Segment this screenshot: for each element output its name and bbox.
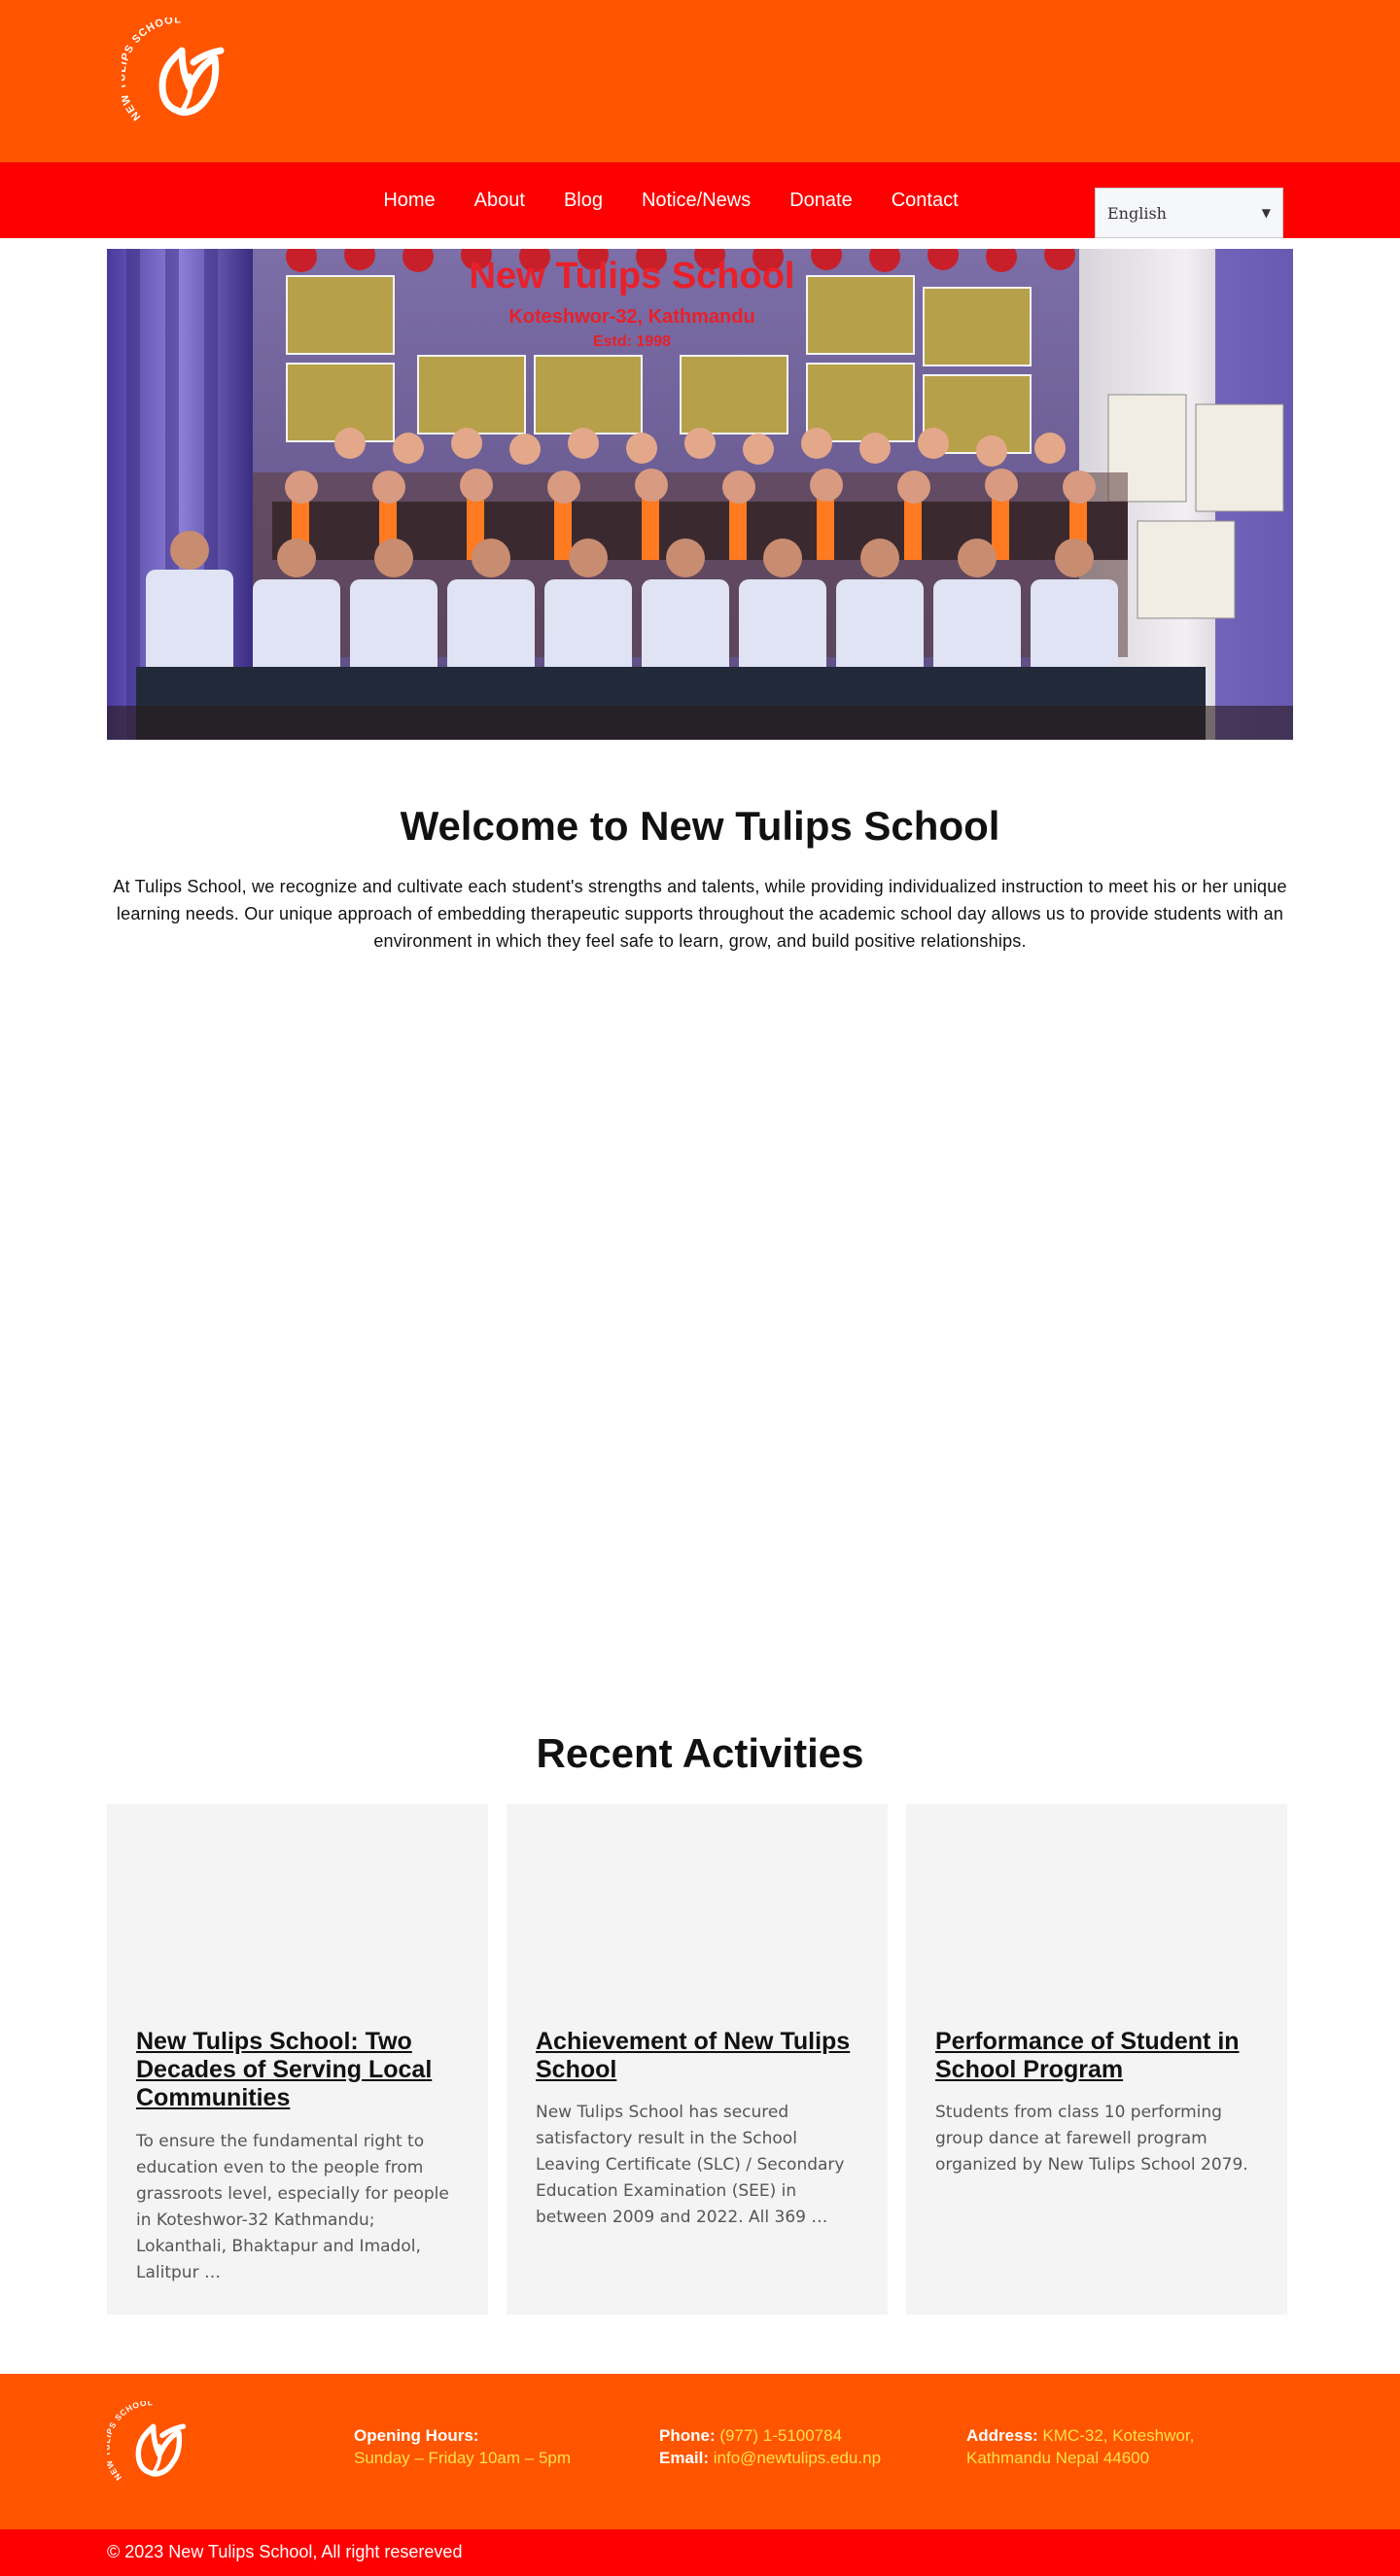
school-logo[interactable]: NEW TULIPS SCHOOL	[116, 14, 248, 144]
nav-about[interactable]: About	[455, 162, 544, 238]
welcome-title: Welcome to New Tulips School	[400, 803, 1000, 849]
footer-address-line-1: KMC-32, Koteshwor,	[1042, 2426, 1195, 2445]
hero-banner-subtitle: Koteshwor-32, Kathmandu	[508, 306, 754, 328]
footer-logo[interactable]: NEW TULIPS SCHOOL	[102, 2397, 204, 2498]
activity-card: Achievement of New Tulips School New Tul…	[507, 1804, 888, 2315]
hero-group-photo: New Tulips School Koteshwor-32, Kathmand…	[107, 249, 1293, 740]
activity-card-excerpt: To ensure the fundamental right to educa…	[136, 2132, 449, 2282]
footer-email-value[interactable]: info@newtulips.edu.np	[714, 2449, 881, 2467]
footer-hours-value: Sunday – Friday 10am – 5pm	[354, 2449, 572, 2467]
welcome-text: At Tulips School, we recognize and culti…	[113, 877, 1287, 951]
nav-blog[interactable]: Blog	[544, 162, 622, 238]
language-select[interactable]: English ▼	[1095, 188, 1283, 238]
activity-card: Performance of Student in School Program…	[906, 1804, 1287, 2315]
nav-home[interactable]: Home	[364, 162, 454, 238]
hero-banner-estd: Estd: 1998	[593, 333, 671, 350]
copyright-bar: © 2023 New Tulips School, All right rese…	[0, 2529, 1400, 2576]
main-nav: Home About Blog Notice/News Donate Conta…	[0, 162, 1400, 238]
activity-card-title[interactable]: Achievement of New Tulips School	[536, 2028, 862, 2084]
activity-card: New Tulips School: Two Decades of Servin…	[107, 1804, 488, 2315]
footer-phone-label: Phone:	[659, 2426, 716, 2445]
chevron-down-icon: ▼	[1261, 206, 1271, 220]
footer-email-label: Email:	[659, 2449, 710, 2467]
top-header: NEW TULIPS SCHOOL	[0, 0, 1400, 162]
footer-hours: Opening Hours: Sunday – Friday 10am – 5p…	[354, 2424, 571, 2469]
footer-contact: Phone: (977) 1-5100784 Email: info@newtu…	[659, 2424, 881, 2469]
footer: NEW TULIPS SCHOOL Opening Hours: Sunday …	[0, 2374, 1400, 2529]
hero-banner-title: New Tulips School	[470, 256, 795, 296]
footer-address-line-2: Kathmandu Nepal 44600	[966, 2449, 1150, 2467]
nav-notice-news[interactable]: Notice/News	[622, 162, 770, 238]
activity-card-title[interactable]: Performance of Student in School Program	[935, 2028, 1262, 2084]
activity-card-excerpt: New Tulips School has secured satisfacto…	[536, 2103, 845, 2227]
nav-donate[interactable]: Donate	[770, 162, 872, 238]
language-selected: English	[1107, 203, 1167, 223]
activity-card-title[interactable]: New Tulips School: Two Decades of Servin…	[136, 2028, 463, 2112]
nav-contact[interactable]: Contact	[872, 162, 978, 238]
copyright-text: © 2023 New Tulips School, All right rese…	[107, 2542, 463, 2561]
footer-hours-label: Opening Hours:	[354, 2426, 479, 2445]
recent-activities-title: Recent Activities	[536, 1730, 864, 1776]
footer-address-label: Address:	[966, 2426, 1038, 2445]
footer-phone-value[interactable]: (977) 1-5100784	[719, 2426, 842, 2445]
footer-address: Address: KMC-32, Koteshwor, Kathmandu Ne…	[966, 2424, 1194, 2469]
activity-card-excerpt: Students from class 10 performing group …	[935, 2103, 1248, 2175]
